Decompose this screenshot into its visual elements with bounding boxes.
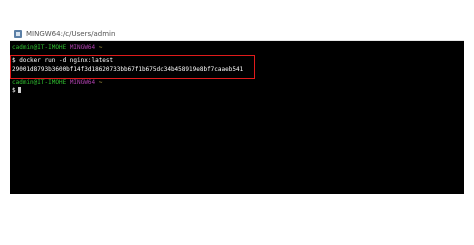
prompt-user-host: cadmin@IT-IMOHE (12, 79, 67, 86)
prompt-path: ~ (98, 79, 103, 86)
highlight-box (10, 55, 255, 79)
prompt-path: ~ (98, 44, 103, 51)
terminal-window: MINGW64:/c/Users/admin cadmin@IT-IMOHE M… (10, 28, 464, 194)
prompt-line-1: cadmin@IT-IMOHE MINGW64 ~ (12, 44, 102, 51)
input-line[interactable]: $ (12, 87, 21, 94)
prompt-line-2: cadmin@IT-IMOHE MINGW64 ~ (12, 79, 102, 86)
prompt-env: MINGW64 (69, 44, 96, 51)
terminal-icon (14, 30, 22, 38)
prompt-user-host: cadmin@IT-IMOHE (12, 44, 67, 51)
text-cursor (17, 87, 21, 93)
terminal-body[interactable]: cadmin@IT-IMOHE MINGW64 ~ $ docker run -… (10, 41, 464, 194)
title-bar[interactable]: MINGW64:/c/Users/admin (10, 28, 464, 41)
prompt-env: MINGW64 (69, 79, 96, 86)
window-title: MINGW64:/c/Users/admin (26, 30, 116, 38)
prompt-symbol: $ (12, 87, 16, 94)
